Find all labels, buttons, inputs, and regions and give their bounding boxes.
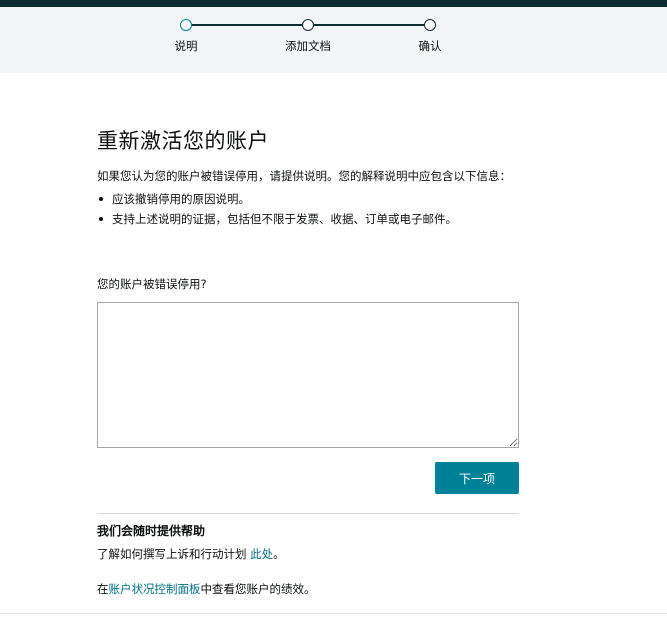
step-label-confirm: 确认 — [418, 39, 442, 53]
explanation-textarea[interactable] — [97, 302, 519, 448]
next-button[interactable]: 下一项 — [435, 462, 519, 494]
divider — [97, 513, 519, 514]
step-label-explanation: 说明 — [174, 39, 198, 53]
intro-text: 如果您认为您的账户被错误停用，请提供说明。您的解释说明中应包含以下信息： — [97, 169, 511, 183]
help-text: 。 — [273, 547, 285, 561]
appeal-guide-link[interactable]: 此处 — [250, 547, 273, 561]
step-dot-add-documents — [302, 19, 314, 31]
step-dot-confirm — [424, 19, 436, 31]
explanation-label: 您的账户被错误停用? — [97, 277, 207, 291]
step-connector — [192, 24, 302, 26]
step-dot-explanation — [180, 19, 192, 31]
help-line-dashboard: 在账户状况控制面板中查看您账户的绩效。 — [97, 581, 316, 597]
account-health-dashboard-link[interactable]: 账户状况控制面板 — [109, 582, 201, 596]
step-label-add-documents: 添加文档 — [285, 39, 331, 53]
top-bar — [0, 0, 667, 7]
page-title: 重新激活您的账户 — [97, 129, 269, 153]
requirements-list: 应该撤销停用的原因说明。 支持上述说明的证据，包括但不限于发票、收据、订单或电子… — [97, 189, 519, 229]
help-line-appeal: 了解如何撰写上诉和行动计划 此处。 — [97, 546, 285, 562]
bottom-divider — [0, 613, 667, 614]
step-connector — [314, 24, 424, 26]
help-heading: 我们会随时提供帮助 — [97, 524, 206, 538]
list-item: 应该撤销停用的原因说明。 — [97, 189, 519, 209]
list-item: 支持上述说明的证据，包括但不限于发票、收据、订单或电子邮件。 — [97, 209, 519, 229]
main-content: 重新激活您的账户 如果您认为您的账户被错误停用，请提供说明。您的解释说明中应包含… — [97, 126, 519, 229]
help-text: 了解如何撰写上诉和行动计划 — [97, 547, 251, 561]
help-text: 在 — [97, 582, 109, 596]
progress-stepper: 说明 添加文档 确认 — [0, 7, 667, 73]
help-text: 中查看您账户的绩效。 — [200, 582, 316, 596]
